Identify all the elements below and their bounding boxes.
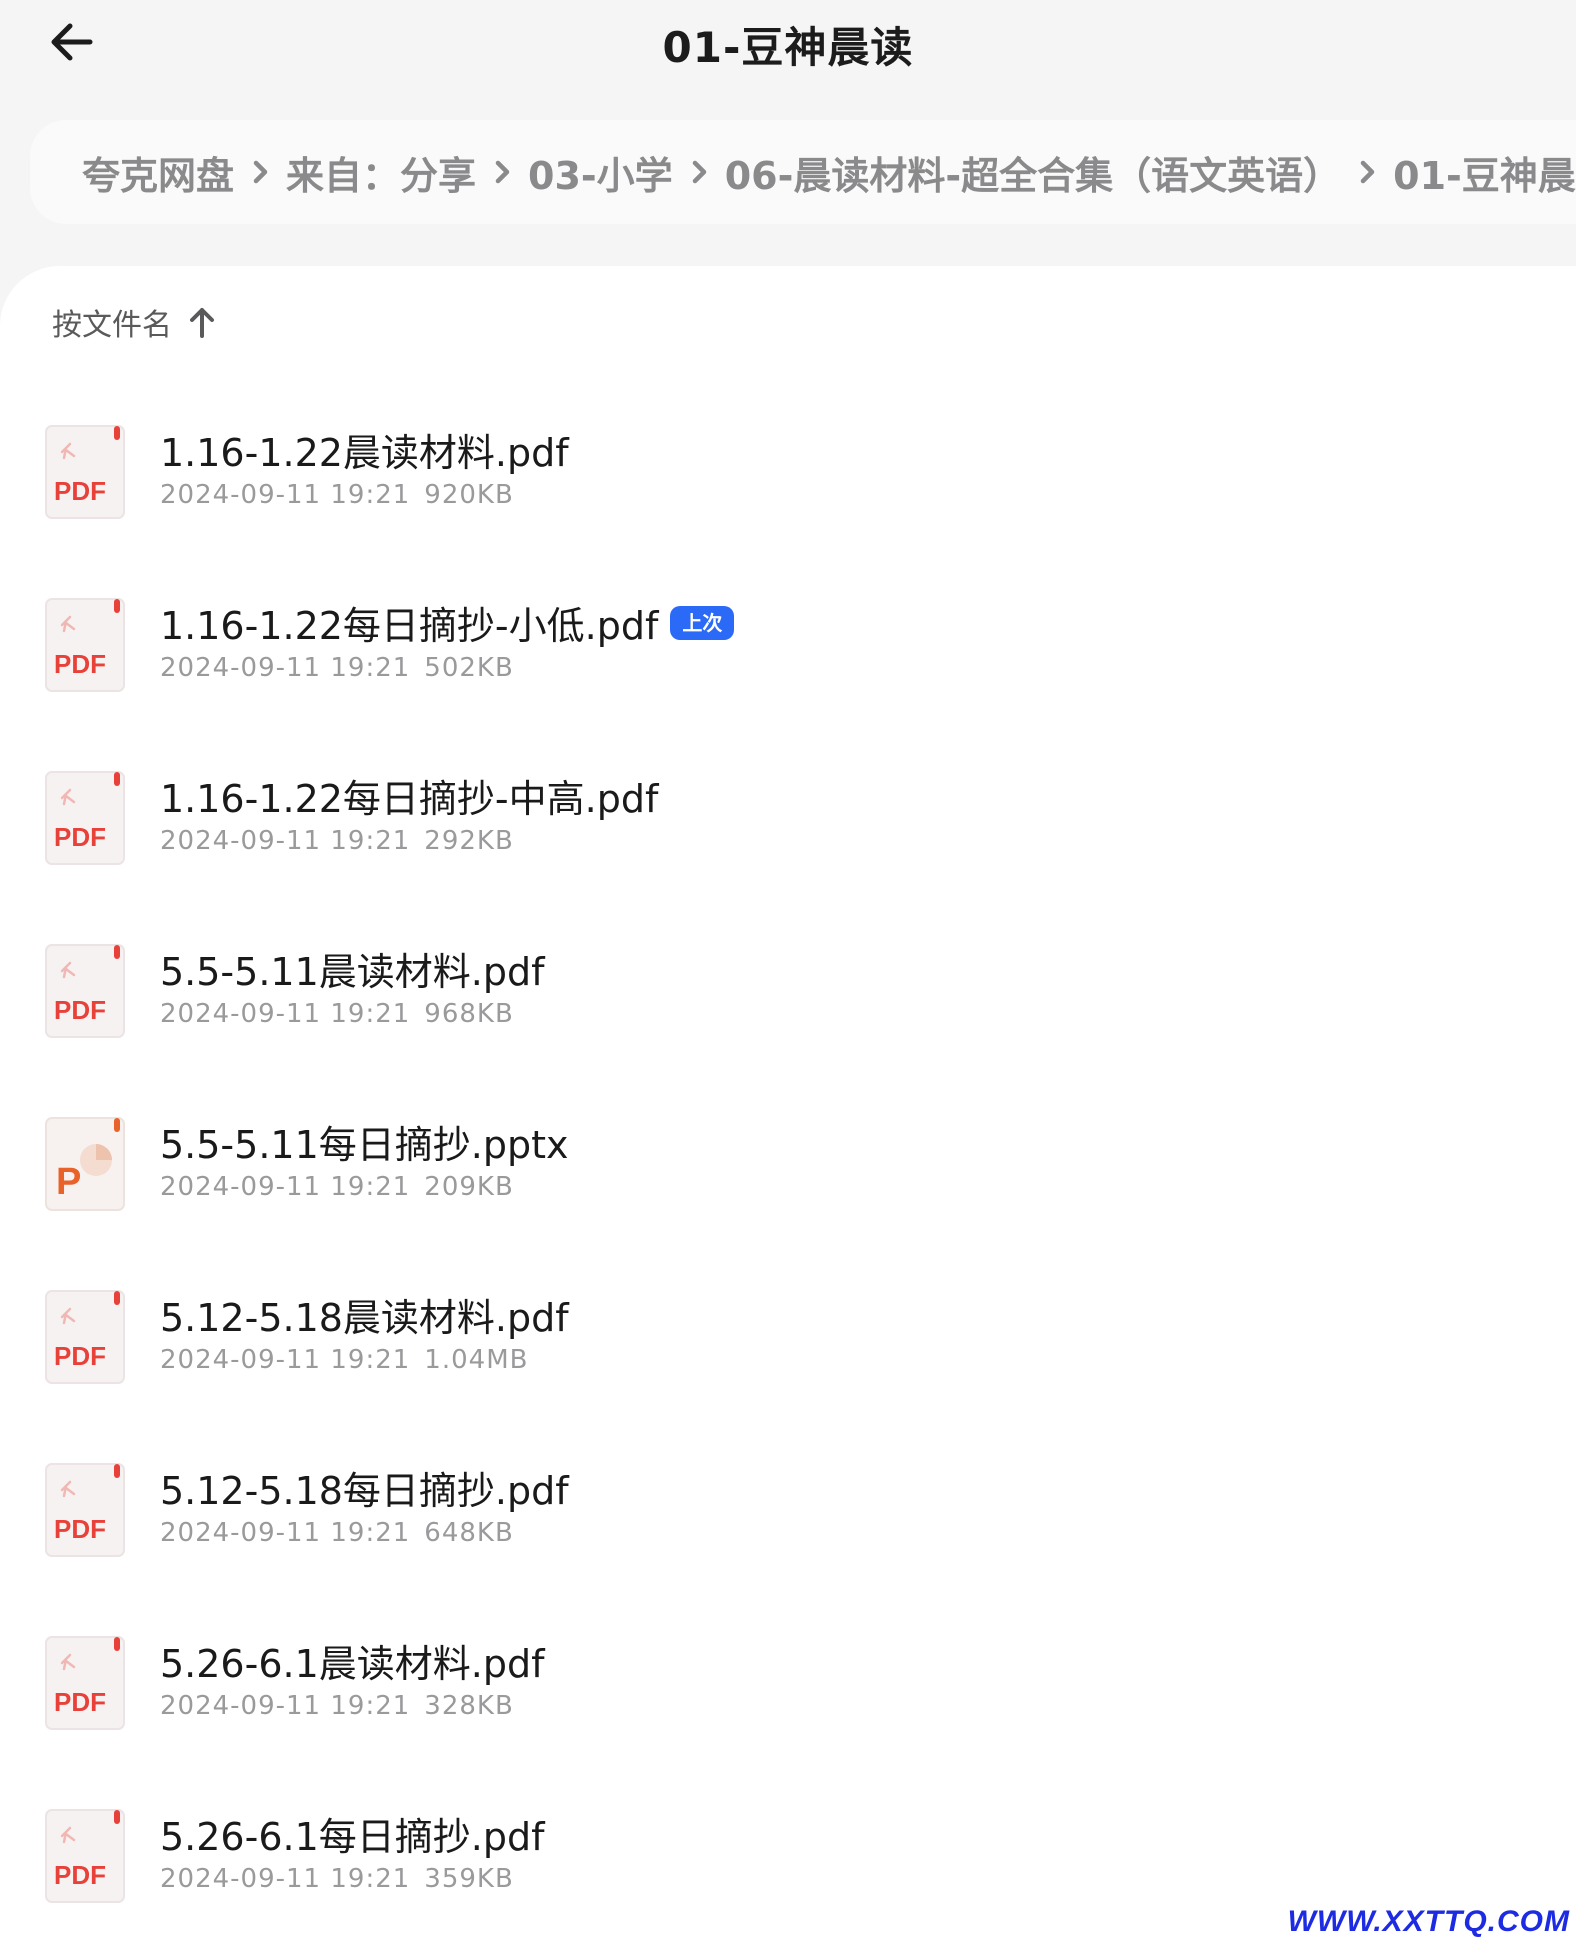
file-name-text: 5.26-6.1每日摘抄.pdf [160,1815,545,1859]
pdf-file-icon: PDF [44,1808,128,1904]
file-date: 2024-09-11 19:21 [160,826,411,856]
pdf-icon-label: PDF [54,649,106,679]
page-title: 01-豆神晨读 [662,23,914,72]
file-date: 2024-09-11 19:21 [160,1518,411,1548]
sort-label: 按文件名 [52,308,172,343]
file-name: 1.16-1.22每日摘抄-小低.pdf 上次 [160,595,735,650]
file-date: 2024-09-11 19:21 [160,1691,411,1721]
breadcrumb: 夸克网盘来自：分享 03-小学 06-晨读材料-超全合集（语文英语） 01-豆神晨读 [30,120,1576,224]
arrow-up-icon [186,305,218,339]
file-row[interactable]: PDF 5.26-6.1晨读材料.pdf 2024-09-11 19:21 328KB [0,1621,1576,1771]
pdf-file-icon: PDF [44,1289,128,1385]
file-name: 5.5-5.11每日摘抄.pptx [160,1114,568,1169]
file-date: 2024-09-11 19:21 [160,653,411,683]
file-name: 5.5-5.11晨读材料.pdf [160,941,544,996]
file-meta: 2024-09-11 19:21 920KB [160,480,514,510]
file-size: 1.04MB [424,1345,529,1375]
chevron-right-icon [1347,154,1387,190]
file-name-text: 5.12-5.18晨读材料.pdf [160,1296,569,1340]
pptx-icon-label: P [56,1161,81,1203]
file-meta: 2024-09-11 19:21 968KB [160,999,514,1029]
file-row[interactable]: PDF 1.16-1.22每日摘抄-小低.pdf 上次 2024-09-11 19:2… [0,583,1576,733]
breadcrumb-item[interactable]: 01-豆神晨读 [1393,145,1576,200]
file-date: 2024-09-11 19:21 [160,1864,411,1894]
file-date: 2024-09-11 19:21 [160,999,411,1029]
file-row[interactable]: PDF 1.16-1.22晨读材料.pdf 2024-09-11 19:21 920K… [0,410,1576,560]
file-name-text: 1.16-1.22每日摘抄-中高.pdf [160,777,659,821]
file-size: 292KB [424,826,514,856]
sort-control[interactable]: 按文件名 [52,300,218,344]
pdf-file-icon: PDF [44,770,128,866]
file-size: 328KB [424,1691,514,1721]
file-date: 2024-09-11 19:21 [160,1172,411,1202]
pdf-icon-label: PDF [54,822,106,852]
file-size: 648KB [424,1518,514,1548]
pdf-file-icon: PDF [44,1635,128,1731]
file-name-text: 5.5-5.11晨读材料.pdf [160,950,545,994]
file-name-text: 1.16-1.22晨读材料.pdf [160,431,569,475]
last-opened-badge: 上次 [670,605,735,640]
file-name-text: 5.26-6.1晨读材料.pdf [160,1642,545,1686]
breadcrumb-item[interactable]: 夸克网盘 [82,145,234,200]
file-meta: 2024-09-11 19:21 648KB [160,1518,514,1548]
pdf-icon-label: PDF [54,995,106,1025]
pdf-file-icon: PDF [44,1462,128,1558]
file-row[interactable]: PDF 1.16-1.22每日摘抄-中高.pdf 2024-09-11 19:21 2… [0,756,1576,906]
pdf-file-icon: PDF [44,424,128,520]
file-row[interactable]: PDF 5.12-5.18晨读材料.pdf 2024-09-11 19:21 1.04… [0,1275,1576,1425]
file-date: 2024-09-11 19:21 [160,1345,411,1375]
file-size: 209KB [424,1172,514,1202]
file-meta: 2024-09-11 19:21 502KB [160,653,514,683]
file-date: 2024-09-11 19:21 [160,480,411,510]
pdf-file-icon: PDF [44,943,128,1039]
file-size: 968KB [424,999,514,1029]
file-row[interactable]: PDF 5.5-5.11晨读材料.pdf 2024-09-11 19:21 968KB [0,929,1576,1079]
pdf-icon-label: PDF [54,476,106,506]
pdf-file-icon: PDF [44,597,128,693]
pdf-icon-label: PDF [54,1687,106,1717]
file-name-text: 5.5-5.11每日摘抄.pptx [160,1123,569,1167]
pdf-icon-label: PDF [54,1514,106,1544]
file-meta: 2024-09-11 19:21 1.04MB [160,1345,528,1375]
file-name-text: 5.12-5.18每日摘抄.pdf [160,1469,569,1513]
pdf-icon-label: PDF [54,1341,106,1371]
file-size: 502KB [424,653,514,683]
file-name: 5.26-6.1每日摘抄.pdf [160,1806,544,1861]
file-name: 1.16-1.22晨读材料.pdf [160,422,569,477]
file-size: 920KB [424,480,514,510]
file-size: 359KB [424,1864,514,1894]
file-meta: 2024-09-11 19:21 209KB [160,1172,514,1202]
breadcrumb-item[interactable]: 来自：分享 [286,145,476,200]
file-name: 1.16-1.22每日摘抄-中高.pdf [160,768,658,823]
file-row[interactable]: PDF 5.12-5.18每日摘抄.pdf 2024-09-11 19:21 648K… [0,1448,1576,1598]
file-meta: 2024-09-11 19:21 359KB [160,1864,514,1894]
file-row[interactable]: P 5.5-5.11每日摘抄.pptx 2024-09-11 19:21 209KB [0,1102,1576,1252]
breadcrumb-item[interactable]: 03-小学 [528,145,673,200]
chevron-right-icon [679,154,719,190]
breadcrumb-item[interactable]: 06-晨读材料-超全合集（语文英语） [725,145,1341,200]
file-meta: 2024-09-11 19:21 328KB [160,1691,514,1721]
file-name-text: 1.16-1.22每日摘抄-小低.pdf [160,604,659,648]
file-meta: 2024-09-11 19:21 292KB [160,826,514,856]
pdf-icon-label: PDF [54,1860,106,1890]
chevron-right-icon [240,154,280,190]
pptx-file-icon: P [44,1116,128,1212]
file-name: 5.12-5.18晨读材料.pdf [160,1287,569,1342]
top-bar: 01-豆神晨读 [0,0,1576,110]
chevron-right-icon [482,154,522,190]
file-name: 5.12-5.18每日摘抄.pdf [160,1460,569,1515]
file-name: 5.26-6.1晨读材料.pdf [160,1633,544,1688]
watermark: WWW.XXTTQ.COM [1287,1905,1570,1938]
